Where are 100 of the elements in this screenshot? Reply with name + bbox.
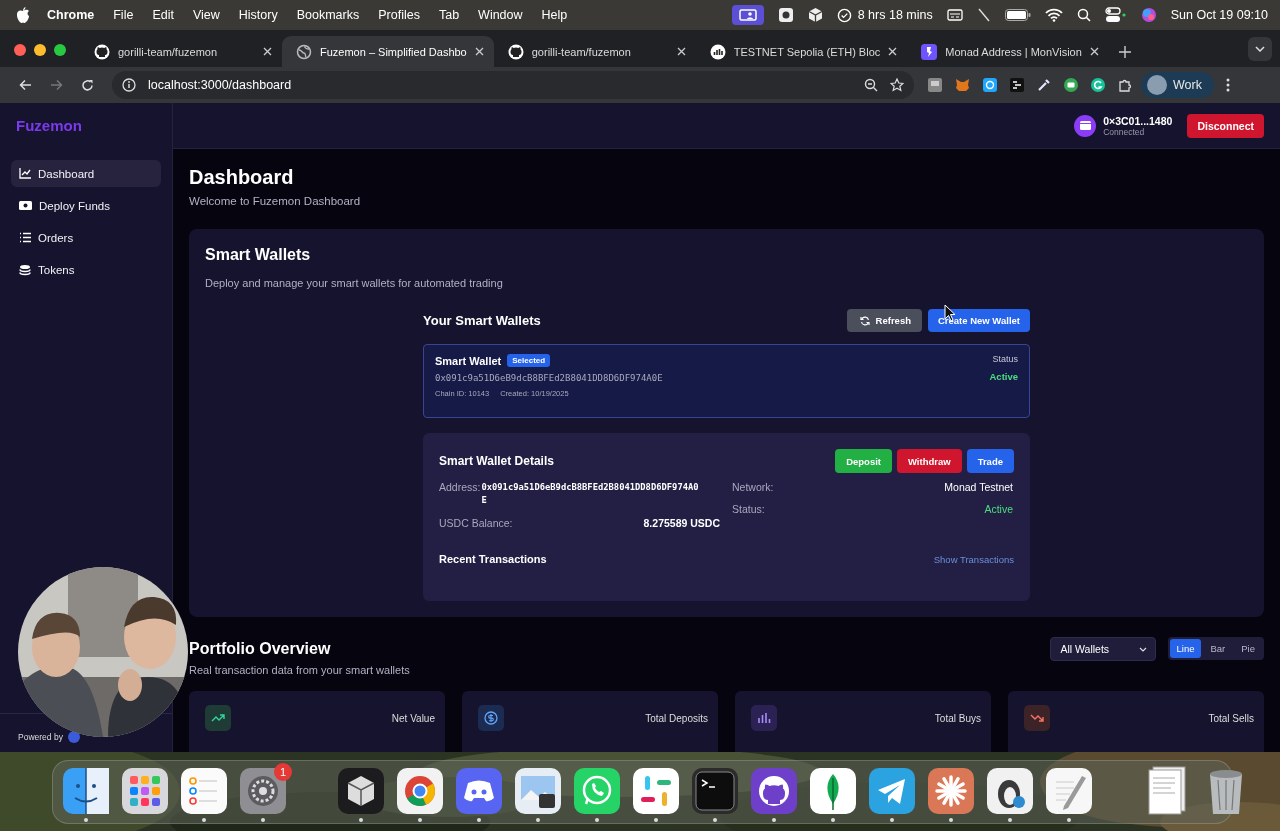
timer-text: 8 hrs 18 mins <box>857 8 933 22</box>
browser-tab[interactable]: gorilli-team/fuzemon <box>493 36 696 67</box>
cat-icon <box>507 43 524 60</box>
hash-icon[interactable] <box>633 768 679 814</box>
extension-icon[interactable] <box>983 78 997 92</box>
trend-down-icon <box>1024 705 1050 731</box>
profile-button[interactable]: Work <box>1141 72 1214 98</box>
minimize-window-button[interactable] <box>34 44 46 56</box>
network-label: Network: <box>732 481 774 493</box>
browser-tab[interactable]: Fuzemon – Simplified Dashbo <box>282 36 494 67</box>
gear-icon[interactable] <box>240 768 286 814</box>
wifi-icon[interactable] <box>1044 8 1063 22</box>
action-button[interactable]: Withdraw <box>896 449 962 473</box>
close-icon[interactable] <box>263 47 272 56</box>
status-value: Active <box>984 503 1013 515</box>
tab-search-button[interactable] <box>1248 36 1272 61</box>
coins-icon <box>19 263 31 276</box>
browser-tab[interactable]: TESTNET Sepolia (ETH) Bloc <box>695 36 908 67</box>
address-bar[interactable]: localhost:3000/dashboard <box>112 71 914 99</box>
card-icon[interactable] <box>946 9 963 21</box>
photo-icon[interactable] <box>515 768 561 814</box>
menu-item[interactable]: Window <box>478 8 523 22</box>
balance-label: USDC Balance: <box>439 517 513 529</box>
browser-tab[interactable]: gorilli-team/fuzemon <box>80 36 282 67</box>
cat-icon[interactable] <box>751 768 797 814</box>
show-transactions-link[interactable]: Show Transactions <box>933 553 1014 565</box>
leaf-icon[interactable] <box>810 768 856 814</box>
cube-icon[interactable] <box>807 7 823 23</box>
checklist-icon[interactable] <box>181 768 227 814</box>
controller-icon[interactable] <box>456 768 502 814</box>
section-description: Deploy and manage your smart wallets for automated trading <box>205 277 504 289</box>
create-wallet-button[interactable]: Create New Wallet <box>928 309 1030 332</box>
app-menu[interactable]: Chrome <box>47 8 95 22</box>
starburst-icon[interactable] <box>928 768 974 814</box>
details-title: Smart Wallet Details <box>439 454 555 468</box>
refresh-button[interactable]: Refresh <box>846 309 922 332</box>
chart-type-tab[interactable]: Pie <box>1234 639 1262 658</box>
g-circle-icon[interactable] <box>1091 78 1105 92</box>
reload-icon[interactable] <box>81 78 94 92</box>
status-label: Status: <box>732 503 765 515</box>
wallet-address: 0x091c9a51D6eB9dcB8BFEd2B8041DD8D6DF974A0E <box>435 373 664 383</box>
page-subtitle: Welcome to Fuzemon Dashboard <box>189 195 362 207</box>
nav-item[interactable]: Dashboard <box>11 160 161 187</box>
nav-item[interactable]: Orders <box>11 224 161 251</box>
list-title: Your Smart Wallets <box>423 313 542 328</box>
terminal-icon[interactable] <box>692 768 738 814</box>
action-button[interactable]: Trade <box>966 449 1014 473</box>
maximize-window-button[interactable] <box>54 44 66 56</box>
menu-item[interactable]: Profiles <box>378 8 420 22</box>
star-icon[interactable] <box>890 78 904 92</box>
chart-type-tab[interactable]: Line <box>1169 639 1202 658</box>
chart-type-tab[interactable]: Bar <box>1203 639 1233 658</box>
menu-item[interactable]: Edit <box>152 8 174 22</box>
status-value: Active <box>989 371 1018 382</box>
paper-plane-icon[interactable] <box>869 768 915 814</box>
menu-item[interactable]: File <box>113 8 134 22</box>
network-value: Monad Testnet <box>944 481 1013 493</box>
disconnect-button[interactable]: Disconnect <box>1187 113 1264 138</box>
close-icon[interactable] <box>1090 47 1100 56</box>
grid-icon[interactable] <box>122 768 168 814</box>
orb-icon[interactable] <box>1140 7 1157 23</box>
toggles-icon[interactable] <box>1104 7 1127 23</box>
more-icon[interactable] <box>1225 78 1230 92</box>
close-icon[interactable] <box>676 47 686 56</box>
section-title: Portfolio Overview <box>189 639 332 659</box>
nav-item[interactable]: Tokens <box>11 256 161 283</box>
menu-item[interactable]: History <box>238 8 278 22</box>
menu-item[interactable]: Bookmarks <box>296 8 360 22</box>
caret-icon <box>1138 646 1147 652</box>
menu-item[interactable]: Tab <box>438 8 460 22</box>
back-icon[interactable] <box>19 79 32 91</box>
fox-icon[interactable] <box>955 78 970 92</box>
connection-status: Connected <box>1103 126 1146 137</box>
screen-share-icon[interactable] <box>731 5 764 25</box>
info-icon <box>122 78 136 92</box>
address-value: 0x091c9a51D6eB9dcB8BFEd2B8041DD8D6DF974A0 E <box>481 481 699 507</box>
ring-icon[interactable] <box>397 768 443 814</box>
eyedropper-icon[interactable] <box>1037 78 1051 92</box>
clock-icon <box>836 7 852 23</box>
battery-icon[interactable] <box>1004 9 1031 21</box>
extension-icon[interactable] <box>1010 78 1024 92</box>
close-icon[interactable] <box>474 47 484 56</box>
forward-icon[interactable] <box>50 79 63 91</box>
globe-icon <box>296 43 312 60</box>
pencil-icon[interactable] <box>1046 768 1092 814</box>
wallet-dropdown[interactable]: All Wallets <box>1049 637 1156 661</box>
apple-icon <box>16 7 30 23</box>
close-icon[interactable] <box>888 47 898 56</box>
puzzle-icon[interactable] <box>1118 77 1133 93</box>
menu-item[interactable]: View <box>192 8 220 22</box>
browser-tab[interactable]: Monad Address | MonVision <box>907 36 1110 67</box>
nav-item[interactable]: Deploy Funds <box>11 192 161 219</box>
status-label: Status <box>992 354 1018 364</box>
wallet-name: Smart Wallet <box>435 354 502 367</box>
zoom-icon[interactable] <box>864 78 878 92</box>
menu-item[interactable]: Help <box>541 8 568 22</box>
close-window-button[interactable] <box>14 44 26 56</box>
search-icon[interactable] <box>1076 8 1091 22</box>
phone-icon[interactable] <box>574 768 620 814</box>
cube-icon[interactable] <box>338 768 384 814</box>
